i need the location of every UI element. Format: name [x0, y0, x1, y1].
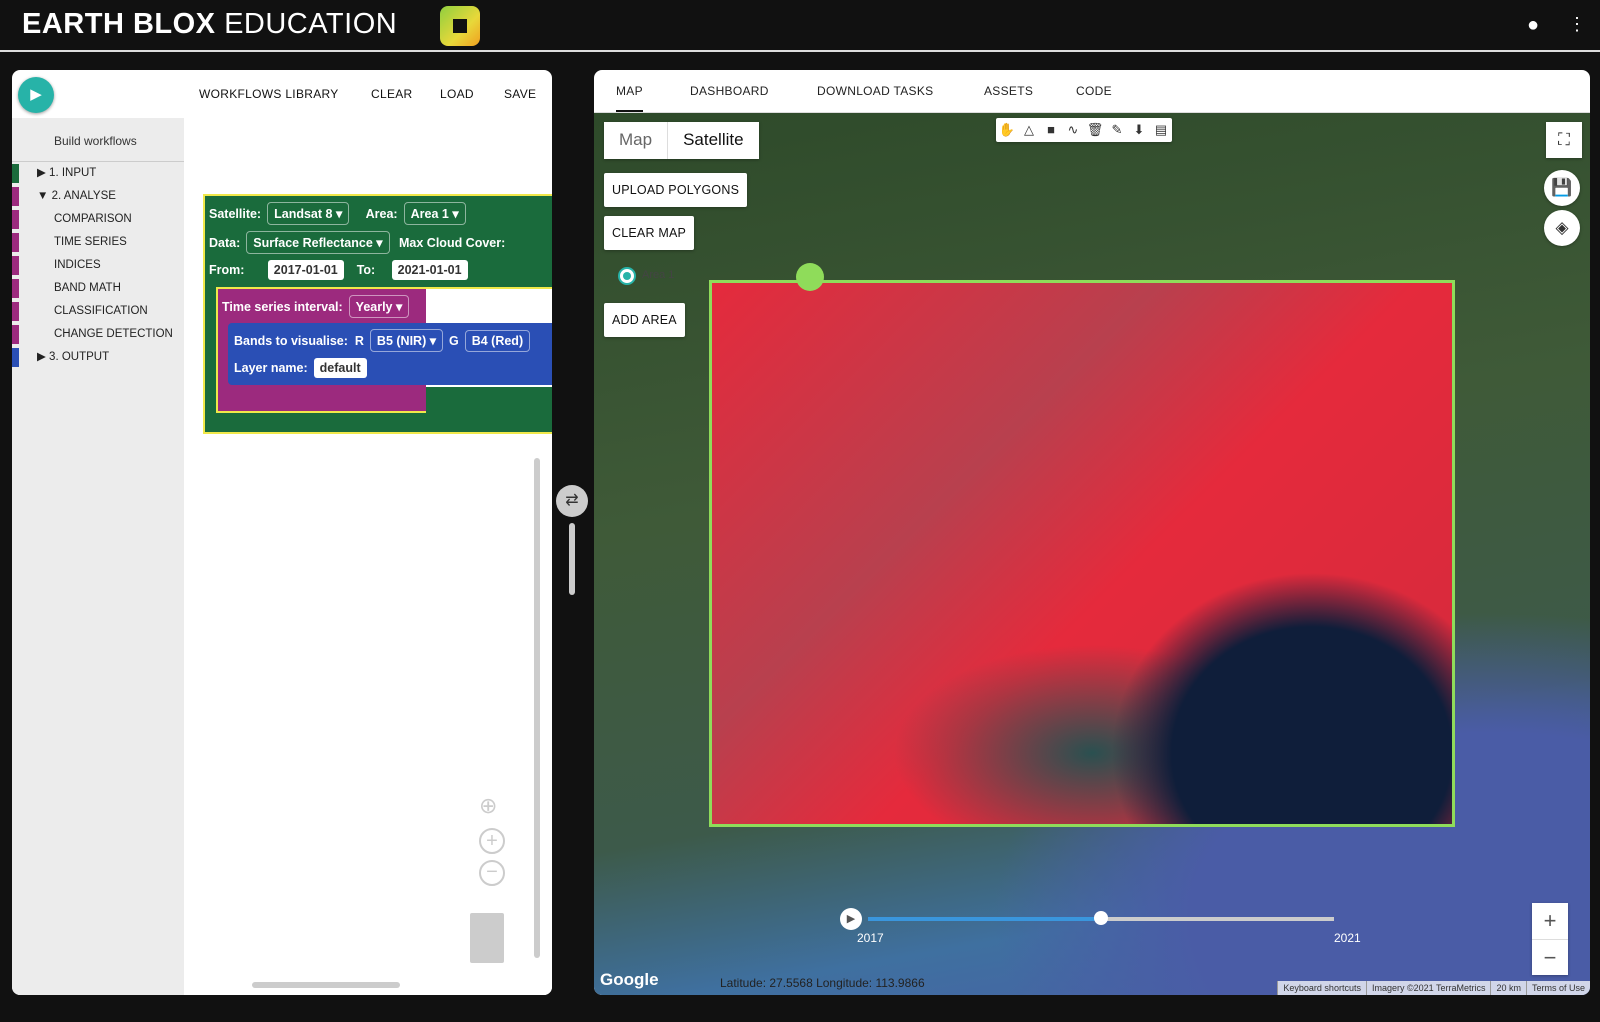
ruler-icon[interactable]: ▤	[1150, 118, 1172, 142]
tab-code[interactable]: CODE	[1076, 84, 1112, 98]
trash-icon[interactable]	[470, 913, 504, 963]
brand-logo: EARTH BLOX EDUCATION	[22, 8, 398, 40]
google-logo: Google	[600, 970, 659, 989]
brush-icon[interactable]: ✎	[1106, 118, 1128, 142]
sidebar-item-comparison[interactable]: COMPARISON	[12, 208, 184, 231]
horizontal-scrollbar[interactable]	[252, 982, 400, 988]
green-band-dropdown[interactable]: B4 (Red)	[464, 330, 531, 352]
keyboard-shortcuts-link[interactable]: Keyboard shortcuts	[1277, 981, 1366, 995]
clear-map-button[interactable]: CLEAR MAP	[604, 216, 695, 250]
clear-button[interactable]: CLEAR	[371, 87, 413, 101]
tab-assets[interactable]: ASSETS	[984, 84, 1033, 98]
fullscreen-icon[interactable]: ⛶	[1546, 122, 1582, 158]
run-button[interactable]: ▶	[18, 77, 54, 113]
zoom-in-icon[interactable]: +	[479, 828, 505, 854]
workflow-panel: ▶ WORKFLOWS LIBRARY CLEAR LOAD SAVE Buil…	[12, 70, 552, 995]
interval-dropdown[interactable]: Yearly ▾	[348, 295, 410, 318]
area-radio-label: Area 1	[642, 269, 675, 281]
map-type-map[interactable]: Map	[604, 122, 667, 159]
map-panel: MAP DASHBOARD DOWNLOAD TASKS ASSETS CODE…	[594, 70, 1590, 995]
sidebar-item-output[interactable]: ▶ 3. OUTPUT	[12, 346, 184, 369]
data-dropdown[interactable]: Surface Reflectance ▾	[246, 231, 390, 254]
tab-map[interactable]: MAP	[616, 84, 643, 112]
map-zoom-in-button[interactable]: +	[1532, 903, 1568, 939]
satellite-dropdown[interactable]: Landsat 8 ▾	[267, 202, 350, 225]
block-sidebar: Build workflows ▶ 1. INPUT ▼ 2. ANALYSE …	[12, 118, 184, 995]
from-date-field[interactable]: 2017-01-01	[267, 260, 344, 280]
layers-icon[interactable]: ◈	[1544, 210, 1580, 246]
person-icon[interactable]: ●	[1527, 14, 1539, 37]
vertical-scrollbar[interactable]	[534, 458, 540, 958]
tab-dashboard[interactable]: DASHBOARD	[690, 84, 769, 98]
save-button[interactable]: SAVE	[504, 87, 536, 101]
polygon-icon[interactable]: △	[1018, 118, 1040, 142]
workflows-library-button[interactable]: WORKFLOWS LIBRARY	[199, 87, 339, 101]
panel-resize-handle[interactable]	[569, 523, 575, 595]
recenter-icon[interactable]: ⊕	[479, 793, 497, 819]
timeline-play-button[interactable]: ▶	[840, 908, 862, 930]
timeline-start-label: 2017	[857, 931, 884, 945]
visualise-block[interactable]: Bands to visualise: R B5 (NIR) ▾ G B4 (Red)…	[228, 323, 552, 385]
sidebar-item-change-detection[interactable]: CHANGE DETECTION	[12, 323, 184, 346]
timeline-slider[interactable]	[868, 911, 1334, 925]
area-radio[interactable]	[618, 267, 636, 285]
sidebar-item-time-series[interactable]: TIME SERIES	[12, 231, 184, 254]
timeline-thumb[interactable]	[1094, 911, 1108, 925]
more-vert-icon[interactable]: ⋮	[1568, 14, 1586, 35]
scale-bar: 20 km	[1490, 981, 1526, 995]
map-footer: Keyboard shortcuts Imagery ©2021 TerraMe…	[1277, 981, 1590, 995]
map-zoom-control: + −	[1532, 903, 1568, 975]
sidebar-item-input[interactable]: ▶ 1. INPUT	[12, 162, 184, 185]
area-1-overlay[interactable]	[709, 280, 1455, 827]
drawing-toolbar: ✋ △ ■ ∿ 🗑 ✎ ⬇ ▤	[996, 118, 1172, 142]
swap-panels-button[interactable]: ⇄	[556, 485, 588, 517]
download-icon[interactable]: ⬇	[1128, 118, 1150, 142]
logo-mark-icon	[440, 6, 480, 46]
coordinates-readout: Latitude: 27.5568 Longitude: 113.9866	[720, 976, 925, 990]
red-band-dropdown[interactable]: B5 (NIR) ▾	[369, 329, 443, 352]
timeline-end-label: 2021	[1334, 931, 1361, 945]
top-bar: EARTH BLOX EDUCATION ● ⋮	[0, 0, 1600, 52]
sidebar-title: Build workflows	[12, 118, 184, 162]
imagery-attribution: Imagery ©2021 TerraMetrics	[1365, 981, 1491, 995]
sidebar-item-analyse[interactable]: ▼ 2. ANALYSE	[12, 185, 184, 208]
map-zoom-out-button[interactable]: −	[1532, 939, 1568, 975]
hand-icon[interactable]: ✋	[996, 118, 1018, 142]
map-type-control: Map Satellite	[604, 122, 759, 159]
layer-name-field[interactable]: default	[313, 358, 367, 378]
tab-bar: MAP DASHBOARD DOWNLOAD TASKS ASSETS CODE	[594, 70, 1590, 113]
terms-of-use-link[interactable]: Terms of Use	[1525, 981, 1590, 995]
tab-download-tasks[interactable]: DOWNLOAD TASKS	[817, 84, 933, 98]
area-vertex-handle[interactable]	[796, 263, 824, 291]
line-icon[interactable]: ∿	[1062, 118, 1084, 142]
to-date-field[interactable]: 2021-01-01	[391, 260, 468, 280]
sidebar-item-indices[interactable]: INDICES	[12, 254, 184, 277]
map-canvas[interactable]: Map Satellite ✋ △ ■ ∿ 🗑 ✎ ⬇ ▤ UPLOAD POLYGONS C…	[594, 113, 1590, 995]
map-type-satellite[interactable]: Satellite	[667, 122, 758, 159]
rectangle-icon[interactable]: ■	[1040, 118, 1062, 142]
add-area-button[interactable]: ADD AREA	[604, 303, 685, 337]
delete-icon[interactable]: 🗑	[1084, 118, 1106, 142]
sidebar-item-classification[interactable]: CLASSIFICATION	[12, 300, 184, 323]
save-map-icon[interactable]: 💾	[1544, 170, 1580, 206]
area-dropdown[interactable]: Area 1 ▾	[403, 202, 466, 225]
play-icon: ▶	[30, 86, 42, 103]
workspace[interactable]: Satellite: Landsat 8 ▾ Area: Area 1 ▾ Data…	[184, 118, 552, 995]
sidebar-item-band-math[interactable]: BAND MATH	[12, 277, 184, 300]
load-button[interactable]: LOAD	[440, 87, 474, 101]
zoom-out-icon[interactable]: −	[479, 860, 505, 886]
upload-polygons-button[interactable]: UPLOAD POLYGONS	[604, 173, 748, 207]
